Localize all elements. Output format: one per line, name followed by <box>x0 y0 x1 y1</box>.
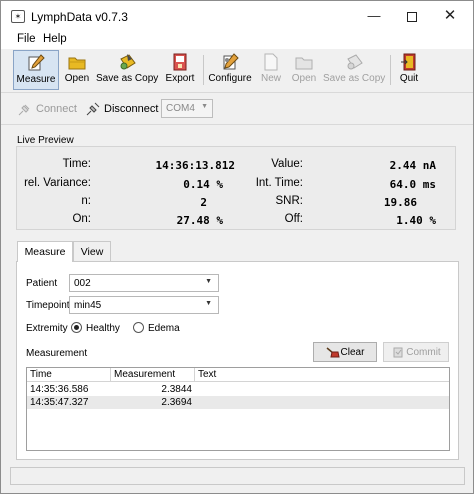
commit-button[interactable]: Commit <box>383 342 449 362</box>
time-label: Time: <box>62 158 91 170</box>
cell-time: 14:35:36.586 <box>30 384 89 395</box>
live-preview-panel: Time: 14:36:13.812 Value: 2.44 nA rel. V… <box>16 146 456 230</box>
plug-disconnect-icon <box>86 102 100 116</box>
inttime-label: Int. Time: <box>255 177 303 189</box>
patient-label: Patient <box>26 278 58 289</box>
measure-button[interactable]: Measure <box>13 50 59 90</box>
folder-icon <box>68 57 86 70</box>
status-bar <box>10 467 465 485</box>
off-label: Off: <box>284 213 303 225</box>
value-label: Value: <box>271 158 303 170</box>
toolbar: Measure Open Save as Copy Export Configu… <box>1 49 473 93</box>
pencil-icon <box>28 54 45 71</box>
timepoint-label: Timepoint <box>26 300 70 311</box>
healthy-label: Healthy <box>86 323 120 334</box>
port-select[interactable]: COM4 ▼ <box>161 99 213 118</box>
on-value: 27.48 % <box>176 214 223 227</box>
open-button[interactable]: Open <box>61 50 93 90</box>
snr-label: SNR: <box>275 195 303 207</box>
chevron-down-icon: ▼ <box>205 278 212 285</box>
cell-measurement: 2.3694 <box>161 397 192 408</box>
cell-measurement: 2.3844 <box>161 384 192 395</box>
clear-button[interactable]: Clear <box>313 342 377 362</box>
plug-connect-icon <box>18 104 30 116</box>
quit-icon <box>401 53 416 71</box>
new-file-icon <box>264 53 278 71</box>
export-button[interactable]: Export <box>162 50 198 90</box>
extremity-label: Extremity <box>26 323 68 334</box>
value-value: 2.44 nA <box>389 159 436 172</box>
timepoint-select[interactable]: min45 ▼ <box>69 296 219 314</box>
commit-icon <box>393 347 403 358</box>
radio-edema[interactable] <box>133 322 144 333</box>
table-row[interactable]: 14:35:36.586 2.3844 <box>27 383 449 396</box>
maximize-icon <box>407 11 417 22</box>
save-copy-icon <box>120 54 136 70</box>
menu-file[interactable]: File <box>17 33 36 45</box>
menu-help[interactable]: Help <box>43 33 67 45</box>
time-value: 14:36:13.812 <box>155 159 235 172</box>
snr-value: 19.86 <box>383 196 417 209</box>
relvar-value: 0.14 % <box>183 178 223 191</box>
column-header-time[interactable]: Time <box>27 368 111 382</box>
off-value: 1.40 % <box>396 214 436 227</box>
inttime-value: 64.0 ms <box>389 178 436 191</box>
save-as-copy-button[interactable]: Save as Copy <box>96 50 158 90</box>
tab-view[interactable]: View <box>73 241 111 261</box>
relvar-label: rel. Variance: <box>24 177 91 189</box>
edema-label: Edema <box>148 323 180 334</box>
toolbar-separator <box>203 55 204 85</box>
save-as-copy-disabled-button[interactable]: Save as Copy <box>323 50 385 90</box>
on-label: On: <box>72 213 91 225</box>
menu-bar: File Help <box>1 31 473 49</box>
maximize-button[interactable] <box>393 1 431 31</box>
configure-icon <box>223 53 239 70</box>
broom-icon <box>326 347 340 358</box>
save-copy-disabled-icon <box>347 54 363 70</box>
column-header-measurement[interactable]: Measurement <box>111 368 195 382</box>
n-value: 2 <box>200 196 207 209</box>
app-window: ✶ LymphData v0.7.3 — ✕ File Help Measure… <box>0 0 474 494</box>
export-icon <box>173 53 187 71</box>
patient-select[interactable]: 002 ▼ <box>69 274 219 292</box>
table-row[interactable]: 14:35:47.327 2.3694 <box>27 396 449 409</box>
window-title: LymphData v0.7.3 <box>31 10 128 24</box>
open-disabled-button[interactable]: Open <box>288 50 320 90</box>
measurement-label: Measurement <box>26 348 88 359</box>
tab-measure[interactable]: Measure <box>17 241 73 262</box>
cell-time: 14:35:47.327 <box>30 397 89 408</box>
disconnect-button[interactable]: Disconnect <box>85 101 158 117</box>
open-disabled-icon <box>295 57 313 70</box>
column-header-text[interactable]: Text <box>195 368 449 382</box>
chevron-down-icon: ▼ <box>201 103 208 110</box>
connection-bar: Connect Disconnect <box>1 93 473 125</box>
chevron-down-icon: ▼ <box>205 300 212 307</box>
title-bar: ✶ LymphData v0.7.3 — ✕ <box>1 1 473 31</box>
toolbar-separator <box>390 55 391 85</box>
quit-button[interactable]: Quit <box>395 50 423 90</box>
n-label: n: <box>81 195 91 207</box>
radio-healthy[interactable] <box>71 322 82 333</box>
live-preview-title: Live Preview <box>17 135 74 146</box>
connect-button[interactable]: Connect <box>17 101 77 117</box>
close-button[interactable]: ✕ <box>431 1 469 31</box>
measurement-table[interactable]: Time Measurement Text 14:35:36.586 2.384… <box>26 367 450 451</box>
new-button[interactable]: New <box>257 50 285 90</box>
minimize-button[interactable]: — <box>355 1 393 31</box>
app-icon: ✶ <box>11 10 25 23</box>
configure-button[interactable]: Configure <box>208 50 252 90</box>
